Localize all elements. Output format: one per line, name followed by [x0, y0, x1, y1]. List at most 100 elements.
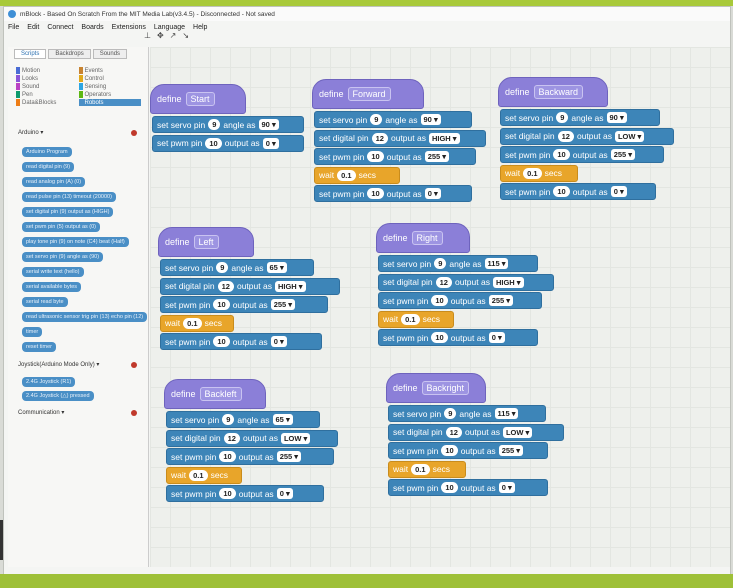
pin-input[interactable]: 10: [431, 332, 448, 343]
wait-block[interactable]: wait 0.1 secs: [314, 166, 400, 184]
value-dropdown[interactable]: LOW: [502, 426, 533, 438]
value-dropdown[interactable]: 255: [488, 295, 514, 306]
scripts-area[interactable]: defineStartset servo pin9angle as90set p…: [150, 47, 730, 567]
value-dropdown[interactable]: 255: [270, 299, 296, 310]
servo-block[interactable]: set servo pin 9 angle as 115: [378, 255, 538, 272]
value-dropdown[interactable]: 115: [484, 258, 509, 269]
seconds-input[interactable]: 0.1: [523, 167, 542, 179]
servo-block[interactable]: set servo pin 9 angle as 65: [160, 259, 314, 276]
category-item[interactable]: Motion: [16, 67, 79, 74]
wait-block[interactable]: wait 0.1 secs: [166, 466, 242, 484]
digital-block[interactable]: set digital pin 12 output as LOW: [388, 423, 564, 441]
pwm-block[interactable]: set pwm pin 10 output as 0: [378, 329, 538, 346]
seconds-input[interactable]: 0.1: [189, 469, 208, 481]
pwm-block[interactable]: set pwm pin 10 output as 0: [152, 134, 304, 152]
seconds-input[interactable]: 0.1: [183, 317, 202, 329]
pin-input[interactable]: 10: [367, 151, 384, 162]
palette-block[interactable]: read pulse pin (13) timeout (20000): [22, 192, 116, 202]
pin-input[interactable]: 10: [367, 188, 384, 199]
digital-block[interactable]: set digital pin 12 output as HIGH: [378, 273, 554, 291]
palette-block[interactable]: serial available bytes: [22, 282, 82, 292]
section-communication[interactable]: Communication ▾: [18, 409, 64, 416]
tab-backdrops[interactable]: Backdrops: [48, 49, 91, 59]
value-dropdown[interactable]: 255: [498, 445, 524, 456]
palette-block[interactable]: reset timer: [22, 342, 56, 352]
category-item[interactable]: Pen: [16, 91, 79, 98]
value-dropdown[interactable]: LOW: [280, 432, 311, 444]
menu-file[interactable]: File: [8, 24, 19, 31]
value-dropdown[interactable]: 0: [424, 188, 441, 199]
value-dropdown[interactable]: 0: [488, 332, 505, 343]
pin-input[interactable]: 9: [216, 262, 229, 273]
palette-block[interactable]: serial read byte: [22, 297, 68, 307]
pin-input[interactable]: 10: [441, 482, 458, 493]
pin-input[interactable]: 12: [223, 432, 240, 444]
menu-language[interactable]: Language: [154, 24, 185, 31]
define-block-left[interactable]: define Left: [158, 227, 254, 257]
servo-block[interactable]: set servo pin 9 angle as 90: [152, 116, 304, 133]
palette-block[interactable]: read ultrasonic sensor trig pin (13) ech…: [22, 312, 148, 322]
category-item[interactable]: Operators: [78, 91, 142, 98]
seconds-input[interactable]: 0.1: [337, 169, 356, 181]
value-dropdown[interactable]: 65: [266, 262, 287, 273]
pin-input[interactable]: 9: [556, 112, 569, 123]
duplicate-icon[interactable]: ⊥: [144, 31, 151, 40]
pin-input[interactable]: 12: [435, 276, 452, 288]
digital-block[interactable]: set digital pin 12 output as HIGH: [160, 277, 340, 295]
palette-block[interactable]: timer: [22, 327, 43, 337]
define-block-forward[interactable]: define Forward: [312, 79, 424, 109]
wait-block[interactable]: wait 0.1 secs: [160, 314, 234, 332]
pwm-block[interactable]: set pwm pin 10 output as 0: [388, 479, 548, 496]
define-block-start[interactable]: define Start: [150, 84, 246, 114]
define-block-backleft[interactable]: define Backleft: [164, 379, 266, 409]
category-item[interactable]: Looks: [16, 75, 79, 82]
value-dropdown[interactable]: 255: [610, 149, 636, 160]
tab-sounds[interactable]: Sounds: [92, 49, 128, 59]
value-dropdown[interactable]: HIGH: [492, 276, 524, 288]
tab-scripts[interactable]: Scripts: [14, 49, 47, 59]
pwm-block[interactable]: set pwm pin 10 output as 0: [160, 333, 322, 350]
pin-input[interactable]: 10: [553, 186, 570, 197]
pin-input[interactable]: 10: [213, 336, 230, 347]
category-item[interactable]: Sound: [16, 83, 79, 90]
move-icon[interactable]: ✥: [157, 31, 164, 40]
pwm-block[interactable]: set pwm pin 10 output as 255: [500, 146, 664, 163]
pin-input[interactable]: 12: [445, 426, 462, 438]
palette-block[interactable]: read analog pin (A) (0): [22, 177, 86, 187]
palette-block[interactable]: 2.4G Joystick (R1): [22, 377, 76, 387]
section-arduino[interactable]: Arduino ▾: [18, 129, 43, 136]
pin-input[interactable]: 9: [208, 119, 221, 130]
wait-block[interactable]: wait 0.1 secs: [388, 460, 466, 478]
menu-connect[interactable]: Connect: [47, 24, 73, 31]
palette-block[interactable]: serial write text (hello): [22, 267, 84, 277]
servo-block[interactable]: set servo pin 9 angle as 90: [500, 109, 660, 126]
value-dropdown[interactable]: 90: [606, 112, 627, 123]
palette-block[interactable]: read digital pin (9): [22, 162, 75, 172]
palette-block[interactable]: 2.4G Joystick (△) pressed: [22, 391, 94, 401]
category-item[interactable]: Control: [78, 75, 142, 82]
menu-edit[interactable]: Edit: [27, 24, 39, 31]
pin-input[interactable]: 10: [553, 149, 570, 160]
value-dropdown[interactable]: 0: [276, 488, 293, 499]
category-item[interactable]: Data&Blocks: [16, 99, 79, 106]
value-dropdown[interactable]: HIGH: [428, 132, 460, 144]
category-item[interactable]: Events: [78, 67, 142, 74]
pin-input[interactable]: 12: [557, 130, 574, 142]
pwm-block[interactable]: set pwm pin 10 output as 0: [166, 485, 324, 502]
define-block-backright[interactable]: define Backright: [386, 373, 486, 403]
wait-block[interactable]: wait 0.1 secs: [500, 164, 578, 182]
grow-icon[interactable]: ↗: [170, 31, 177, 40]
seconds-input[interactable]: 0.1: [411, 463, 430, 475]
servo-block[interactable]: set servo pin 9 angle as 115: [388, 405, 546, 422]
digital-block[interactable]: set digital pin 12 output as HIGH: [314, 129, 486, 147]
value-dropdown[interactable]: 255: [276, 451, 302, 462]
pin-input[interactable]: 10: [219, 488, 236, 499]
pin-input[interactable]: 10: [441, 445, 458, 456]
pwm-block[interactable]: set pwm pin 10 output as 0: [500, 183, 656, 200]
menu-extensions[interactable]: Extensions: [112, 24, 146, 31]
value-dropdown[interactable]: 0: [270, 336, 287, 347]
shrink-icon[interactable]: ↘: [182, 31, 189, 40]
pin-input[interactable]: 10: [205, 137, 222, 149]
value-dropdown[interactable]: 255: [424, 151, 450, 162]
define-block-right[interactable]: define Right: [376, 223, 470, 253]
